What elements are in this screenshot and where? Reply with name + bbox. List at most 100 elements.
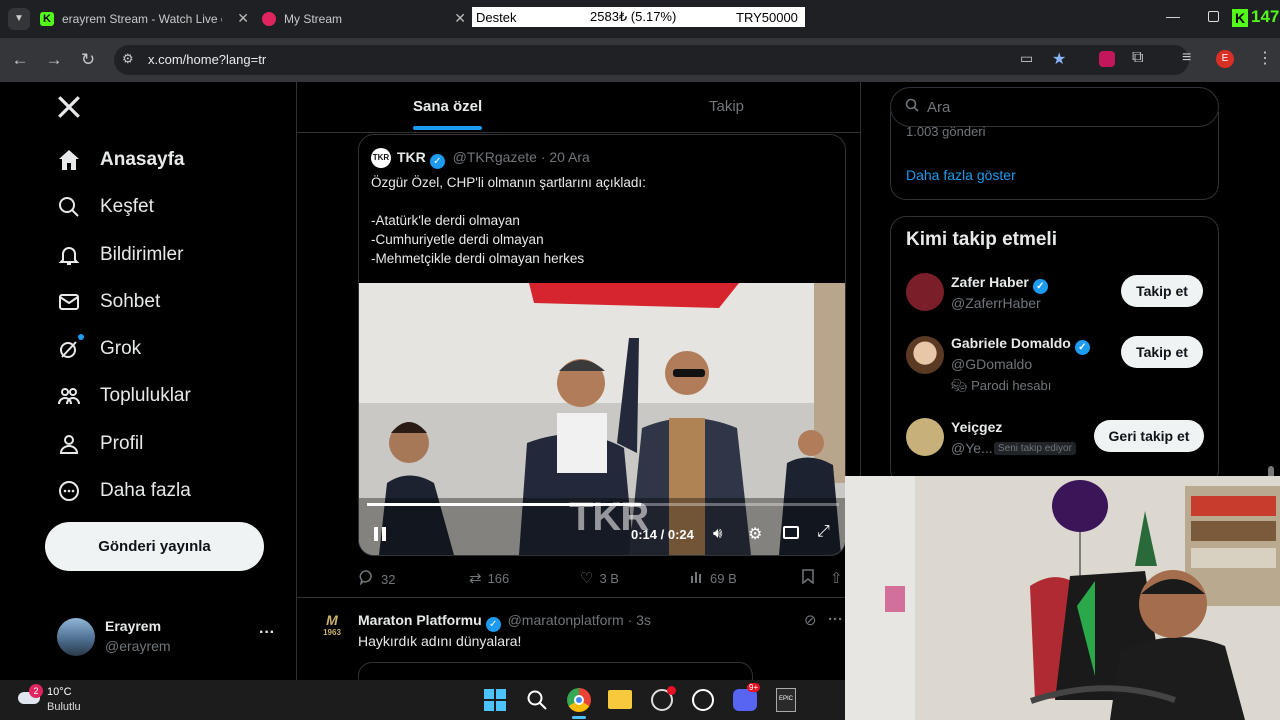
account-switcher[interactable]: Erayrem @erayrem ··· xyxy=(45,602,285,662)
extension-icon[interactable] xyxy=(1099,51,1115,67)
reload-icon[interactable]: ↻ xyxy=(78,50,98,70)
video-player[interactable]: TKR 0:14 / 0:24 🔊︎ ⚙ ⤢ xyxy=(359,283,845,555)
suggestion-name: Zafer Haber ✓ xyxy=(951,274,1048,294)
close-tab-icon[interactable]: ✕ xyxy=(454,10,466,27)
share-icon: ⇧ xyxy=(830,570,843,587)
bookmark-icon xyxy=(802,569,814,588)
show-more-link[interactable]: Daha fazla göster xyxy=(906,167,1016,183)
close-tab-icon[interactable]: ✕ xyxy=(237,10,249,27)
overlay-goal: TRY50000 xyxy=(736,9,798,25)
post-text: Haykırdık adını dünyalara! xyxy=(358,633,522,649)
source-handle: @TKRgazete xyxy=(452,149,537,165)
discord-icon[interactable]: 9+ xyxy=(733,683,761,711)
pip-icon[interactable] xyxy=(783,526,799,539)
tab-search-button[interactable]: ▼ xyxy=(8,8,30,30)
like-button[interactable]: ♡ 3 B xyxy=(580,569,619,587)
post-divider xyxy=(297,597,860,598)
quoted-post[interactable]: TKR TKR ✓ @TKRgazete · 20 Ara Özgür Özel,… xyxy=(358,134,846,556)
discord-badge: 9+ xyxy=(747,683,761,692)
suggestion-item[interactable]: Gabriele Domaldo ✓ @GDomaldo 🎭︎ Parodi he… xyxy=(891,330,1218,393)
install-app-icon[interactable]: ▭ xyxy=(1020,50,1033,67)
browser-menu-icon[interactable]: ⋮ xyxy=(1257,48,1273,68)
who-to-follow-card: Kimi takip etmeli Zafer Haber ✓ @ZaferrHa… xyxy=(890,216,1219,486)
puzzle-icon[interactable]: ⧉ xyxy=(1132,49,1143,67)
volume-icon[interactable]: 🔊︎ xyxy=(713,525,722,542)
tab-following[interactable]: Takip xyxy=(709,98,744,115)
chatgpt-icon[interactable] xyxy=(692,689,714,711)
tab-title: erayrem Stream - Watch Live o xyxy=(62,12,222,26)
sidebar-item-label: Keşfet xyxy=(100,196,154,217)
x-logo-icon[interactable] xyxy=(56,94,82,120)
site-info-icon[interactable]: ⚙ xyxy=(122,51,134,67)
back-icon[interactable]: ← xyxy=(10,50,30,70)
forward-icon[interactable]: → xyxy=(44,50,64,70)
views-count: 69 B xyxy=(710,570,737,586)
repost-icon: ⇄ xyxy=(469,570,482,587)
video-progress-fill xyxy=(367,503,641,506)
sidebar-item-notifications[interactable]: Bildirimler xyxy=(56,237,183,273)
timeline: Sana özel Takip TKR TKR ✓ @TKRgazete · 20… xyxy=(296,82,861,680)
profile-icon xyxy=(56,431,82,457)
post-author-avatar[interactable]: M 1963 xyxy=(317,612,347,644)
suggestion-item[interactable]: Yeiçgez @Ye... Seni takip ediyor Geri ta… xyxy=(891,414,1218,466)
tab-erayrem-stream[interactable]: K erayrem Stream - Watch Live o ✕ xyxy=(40,6,255,32)
bookmark-star-icon[interactable]: ★ xyxy=(1052,49,1066,69)
follow-button[interactable]: Takip et xyxy=(1121,275,1203,307)
media-control-icon[interactable]: ≡ xyxy=(1182,49,1191,67)
stream-icon xyxy=(262,12,276,26)
tab-for-you[interactable]: Sana özel xyxy=(413,98,483,130)
video-progress-track[interactable] xyxy=(367,503,839,506)
profile-avatar[interactable]: E xyxy=(1216,50,1234,68)
pause-icon[interactable] xyxy=(373,526,387,547)
weather-widget[interactable]: 2 10°C Bulutlu xyxy=(16,684,106,716)
search-icon xyxy=(56,194,82,220)
sidebar-item-explore[interactable]: Keşfet xyxy=(56,189,154,225)
bookmark-button[interactable] xyxy=(802,569,820,588)
post-media-card[interactable] xyxy=(358,662,753,680)
suggestion-name: Yeiçgez xyxy=(951,419,1003,435)
sidebar-item-home[interactable]: Anasayfa xyxy=(56,142,185,178)
sidebar-item-label: Topluluklar xyxy=(100,385,191,406)
donation-goal-overlay: Destek 2583₺ (5.17%) TRY50000 xyxy=(472,7,805,27)
repost-count: 166 xyxy=(487,570,510,586)
follow-back-button[interactable]: Geri takip et xyxy=(1094,420,1204,452)
post-author-name[interactable]: Maraton Platformu xyxy=(358,612,482,628)
suggestion-item[interactable]: Zafer Haber ✓ @ZaferrHaber Takip et xyxy=(891,269,1218,321)
sidebar-item-messages[interactable]: Sohbet xyxy=(56,284,160,320)
quote-line: Özgür Özel, CHP'li olmanın şartlarını aç… xyxy=(371,175,646,190)
reply-button[interactable]: 32 xyxy=(359,569,395,589)
tab-my-stream[interactable]: My Stream ✕ xyxy=(262,6,472,32)
source-avatar: TKR xyxy=(371,148,391,168)
windows-start-icon[interactable] xyxy=(484,689,506,711)
account-avatar xyxy=(57,618,95,656)
mail-icon xyxy=(56,289,82,315)
restore-icon[interactable] xyxy=(1208,11,1219,22)
sidebar-item-communities[interactable]: Topluluklar xyxy=(56,378,191,414)
app-icon[interactable] xyxy=(651,686,676,711)
post-button[interactable]: Gönderi yayınla xyxy=(45,522,264,571)
chrome-icon[interactable] xyxy=(567,688,591,712)
address-bar[interactable]: ⚙ x.com/home?lang=tr ▭ ★ xyxy=(114,45,1189,75)
grok-post-icon[interactable]: ⊘ xyxy=(804,611,817,629)
weather-desc: Bulutlu xyxy=(47,701,81,713)
account-more-icon[interactable]: ··· xyxy=(259,624,275,642)
sidebar-item-grok[interactable]: Grok xyxy=(56,331,141,367)
taskbar-search-icon[interactable] xyxy=(526,689,548,716)
sidebar-item-label: Sohbet xyxy=(100,291,161,312)
notification-dot xyxy=(78,334,84,340)
settings-gear-icon[interactable]: ⚙ xyxy=(748,524,762,544)
minimize-icon[interactable]: — xyxy=(1166,8,1180,24)
file-explorer-icon[interactable] xyxy=(608,690,632,709)
epic-games-icon[interactable]: EPIC xyxy=(776,688,796,712)
post-more-icon[interactable]: ··· xyxy=(828,611,843,628)
repost-button[interactable]: ⇄ 166 xyxy=(469,569,509,587)
bell-icon xyxy=(56,242,82,268)
sidebar-item-profile[interactable]: Profil xyxy=(56,426,143,462)
tabs-divider xyxy=(297,132,860,133)
sidebar-item-more[interactable]: Daha fazla xyxy=(56,473,191,509)
fullscreen-icon[interactable]: ⤢ xyxy=(817,523,830,541)
follow-button[interactable]: Takip et xyxy=(1121,336,1203,368)
views-button[interactable]: 69 B xyxy=(690,569,737,587)
verified-icon: ✓ xyxy=(1032,279,1048,294)
active-app-indicator xyxy=(572,716,586,719)
